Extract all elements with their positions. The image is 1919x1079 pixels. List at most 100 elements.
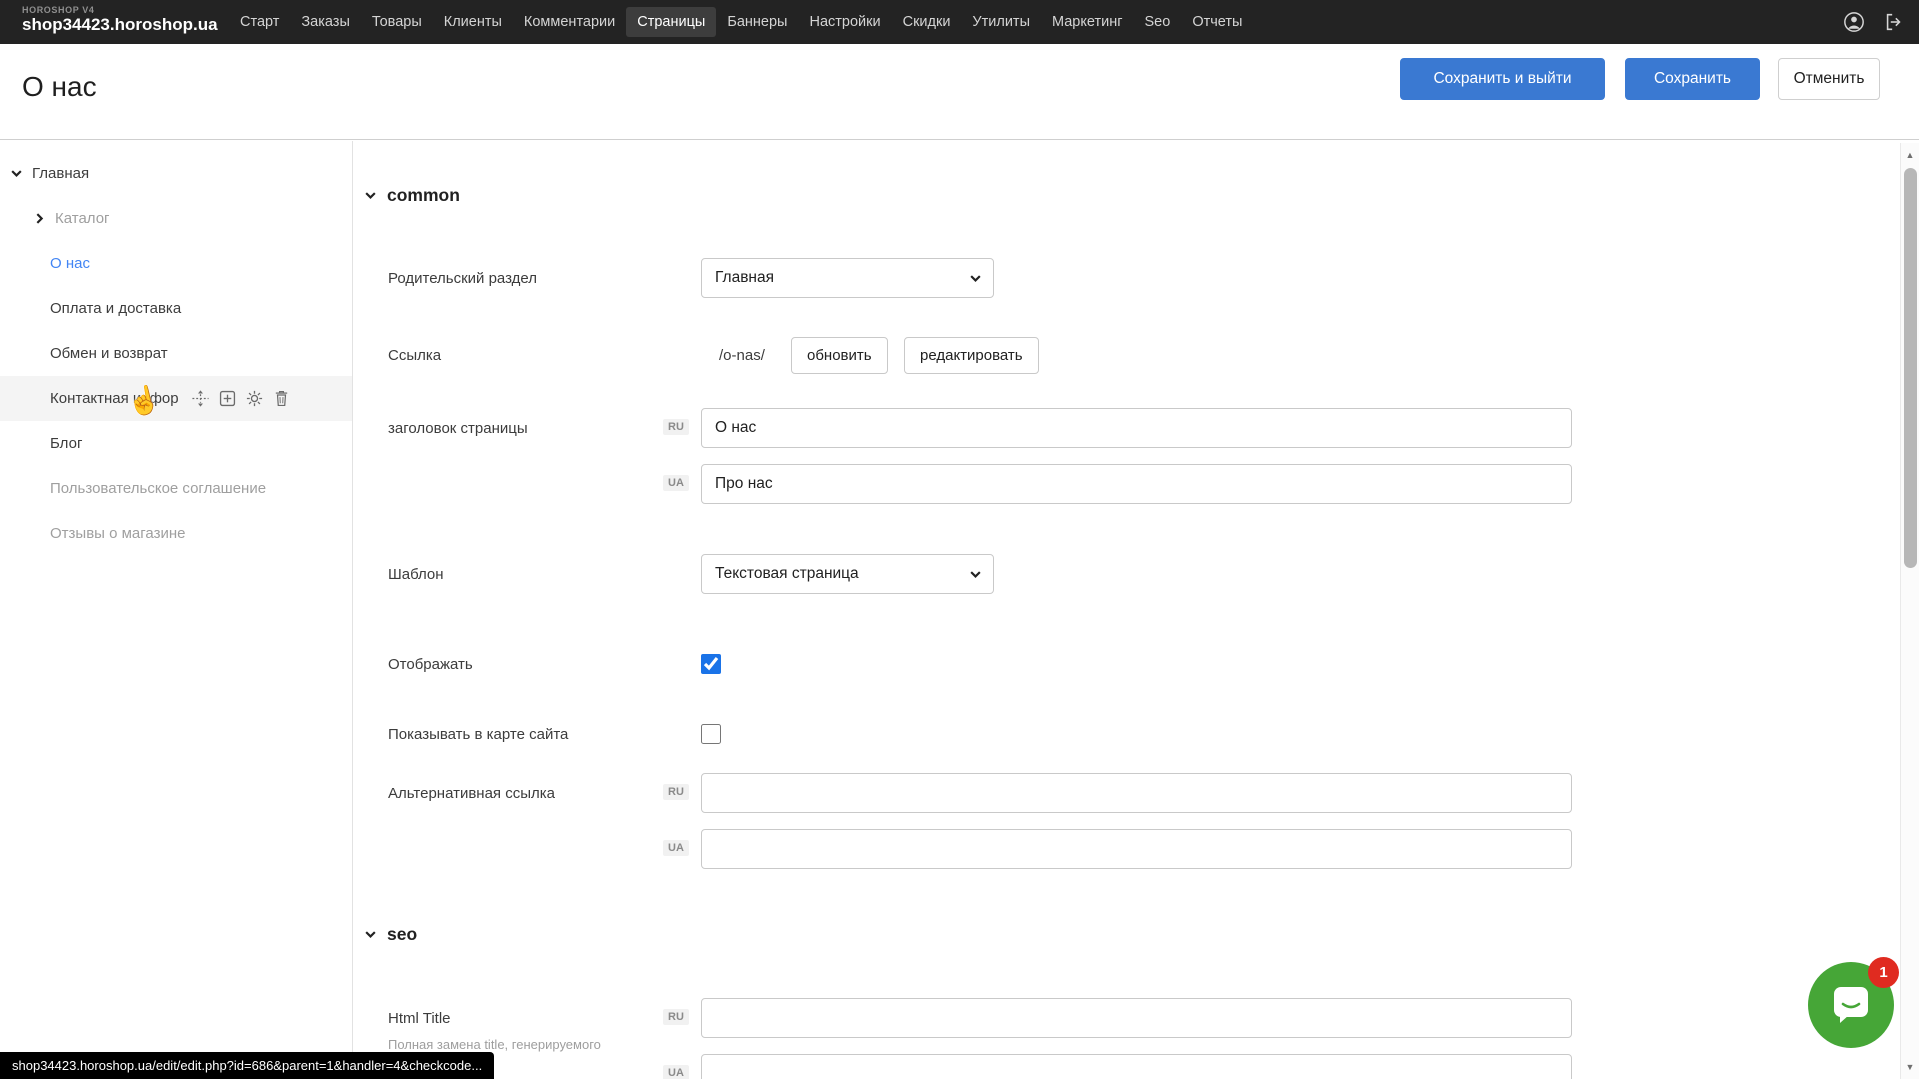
nav-item-3[interactable]: Товары	[361, 7, 433, 37]
delete-icon[interactable]	[272, 389, 291, 408]
sidebar-item-1[interactable]: Главная	[0, 151, 352, 196]
sidebar-item-5[interactable]: Обмен и возврат	[0, 331, 352, 376]
lang-tag-ua: UA	[663, 475, 689, 491]
nav-item-8[interactable]: Настройки	[798, 7, 891, 37]
brand-logo[interactable]: HOROSHOP V4 shop34423.horoshop.ua	[22, 5, 218, 35]
chat-unread-badge: 1	[1868, 957, 1899, 988]
parent-section-row: Родительский раздел Главная	[354, 258, 1900, 298]
html-title-ru-input[interactable]	[701, 998, 1572, 1038]
link-path-value: /o-nas/	[719, 335, 765, 375]
template-value: Текстовая страница	[715, 565, 859, 583]
sidebar-item-9[interactable]: Отзывы о магазине	[0, 511, 352, 556]
chevron-down-icon	[10, 167, 23, 180]
lang-tag-ru: RU	[663, 419, 689, 435]
section-seo-title: seo	[387, 924, 417, 945]
sidebar-item-label: Оплата и доставка	[50, 300, 181, 317]
page-title-ru-row: заголовок страницы RU	[354, 408, 1900, 448]
nav-item-9[interactable]: Скидки	[892, 7, 962, 37]
settings-icon[interactable]	[245, 389, 264, 408]
sidebar-item-label: Главная	[32, 165, 89, 182]
brand-product-label: HOROSHOP V4	[22, 5, 218, 15]
nav-item-4[interactable]: Клиенты	[433, 7, 513, 37]
html-title-ru-row: Html Title RU	[354, 998, 1900, 1038]
nav-right-icons	[1843, 0, 1905, 44]
sidebar-item-label: Контактная инфор	[50, 390, 179, 407]
scrollbar-thumb[interactable]	[1904, 168, 1917, 568]
sidebar-item-4[interactable]: Оплата и доставка	[0, 286, 352, 331]
link-refresh-button[interactable]: обновить	[791, 337, 888, 374]
account-icon[interactable]	[1843, 11, 1865, 33]
lang-tag-ru: RU	[663, 784, 689, 800]
scroll-up-arrow[interactable]: ▲	[1901, 150, 1919, 160]
status-url: shop34423.horoshop.ua/edit/edit.php?id=6…	[0, 1052, 494, 1079]
sidebar-item-label: Каталог	[55, 210, 110, 227]
logout-icon[interactable]	[1883, 11, 1905, 33]
chat-bubble-icon	[1830, 985, 1872, 1025]
page-title-ua-input[interactable]	[701, 464, 1572, 504]
sidebar-item-label: Отзывы о магазине	[50, 525, 185, 542]
sidebar-item-3[interactable]: О нас	[0, 241, 352, 286]
parent-section-label: Родительский раздел	[388, 258, 537, 298]
add-icon[interactable]	[218, 389, 237, 408]
chat-button[interactable]: 1	[1808, 962, 1894, 1048]
cancel-button[interactable]: Отменить	[1778, 58, 1880, 100]
sidebar-item-8[interactable]: Пользовательское соглашение	[0, 466, 352, 511]
template-select[interactable]: Текстовая страница	[701, 554, 994, 594]
html-title-hint: Полная замена title, генерируемого	[388, 1037, 601, 1052]
section-seo[interactable]: seo	[364, 924, 417, 945]
nav-item-10[interactable]: Утилиты	[961, 7, 1041, 37]
sidebar-item-6[interactable]: Контактная инфор☝	[0, 376, 352, 421]
nav-menu: СтартЗаказыТоварыКлиентыКомментарииСтран…	[229, 0, 1253, 44]
page-title-label: заголовок страницы	[388, 408, 528, 448]
nav-item-7[interactable]: Баннеры	[716, 7, 798, 37]
alt-link-ua-input[interactable]	[701, 829, 1572, 869]
section-common[interactable]: common	[364, 185, 460, 206]
page-header: О нас Сохранить и выйти Сохранить Отмени…	[0, 44, 1919, 140]
display-label: Отображать	[388, 644, 473, 684]
nav-item-2[interactable]: Заказы	[290, 7, 360, 37]
alt-link-ua-row: UA	[354, 829, 1900, 869]
save-button[interactable]: Сохранить	[1625, 58, 1760, 100]
nav-item-5[interactable]: Комментарии	[513, 7, 626, 37]
sidebar-item-2[interactable]: Каталог	[0, 196, 352, 241]
form-panel: common Родительский раздел Главная Ссылк…	[354, 141, 1900, 1079]
nav-item-1[interactable]: Старт	[229, 7, 290, 37]
scroll-down-arrow[interactable]: ▼	[1901, 1062, 1919, 1072]
display-row: Отображать	[354, 644, 1900, 684]
nav-item-13[interactable]: Отчеты	[1181, 7, 1253, 37]
move-icon[interactable]	[191, 389, 210, 408]
html-title-label: Html Title	[388, 998, 451, 1038]
vertical-scrollbar[interactable]: ▲ ▼	[1900, 143, 1919, 1079]
page-title-ru-input[interactable]	[701, 408, 1572, 448]
nav-item-12[interactable]: Seo	[1134, 7, 1182, 37]
nav-item-11[interactable]: Маркетинг	[1041, 7, 1134, 37]
alt-link-ru-row: Альтернативная ссылка RU	[354, 773, 1900, 813]
section-common-title: common	[387, 185, 460, 206]
save-and-exit-button[interactable]: Сохранить и выйти	[1400, 58, 1605, 100]
html-title-ua-input[interactable]	[701, 1054, 1572, 1079]
chevron-down-icon	[364, 928, 377, 941]
alt-link-ru-input[interactable]	[701, 773, 1572, 813]
sidebar-item-7[interactable]: Блог	[0, 421, 352, 466]
sidebar-item-label: О нас	[50, 255, 90, 272]
lang-tag-ua: UA	[663, 1065, 689, 1079]
sitemap-checkbox[interactable]	[701, 724, 721, 744]
lang-tag-ru: RU	[663, 1009, 689, 1025]
page-title-ua-row: UA	[354, 464, 1900, 504]
sitemap-label: Показывать в карте сайта	[388, 714, 568, 754]
chevron-down-icon	[364, 189, 377, 202]
template-label: Шаблон	[388, 554, 444, 594]
link-label: Ссылка	[388, 335, 441, 375]
html-title-ua-row: UA	[354, 1054, 1900, 1079]
page-title: О нас	[22, 71, 97, 103]
display-checkbox[interactable]	[701, 654, 721, 674]
lang-tag-ua: UA	[663, 840, 689, 856]
nav-item-6[interactable]: Страницы	[626, 7, 716, 37]
alt-link-label: Альтернативная ссылка	[388, 773, 555, 813]
pages-tree-sidebar: Главная Каталог О нас Оплата и доставка Обме…	[0, 141, 353, 1079]
brand-shop-domain: shop34423.horoshop.ua	[22, 15, 218, 35]
parent-section-select[interactable]: Главная	[701, 258, 994, 298]
link-row: Ссылка /o-nas/ обновить редактировать	[354, 335, 1900, 375]
link-edit-button[interactable]: редактировать	[904, 337, 1039, 374]
sidebar-item-label: Пользовательское соглашение	[50, 480, 266, 497]
